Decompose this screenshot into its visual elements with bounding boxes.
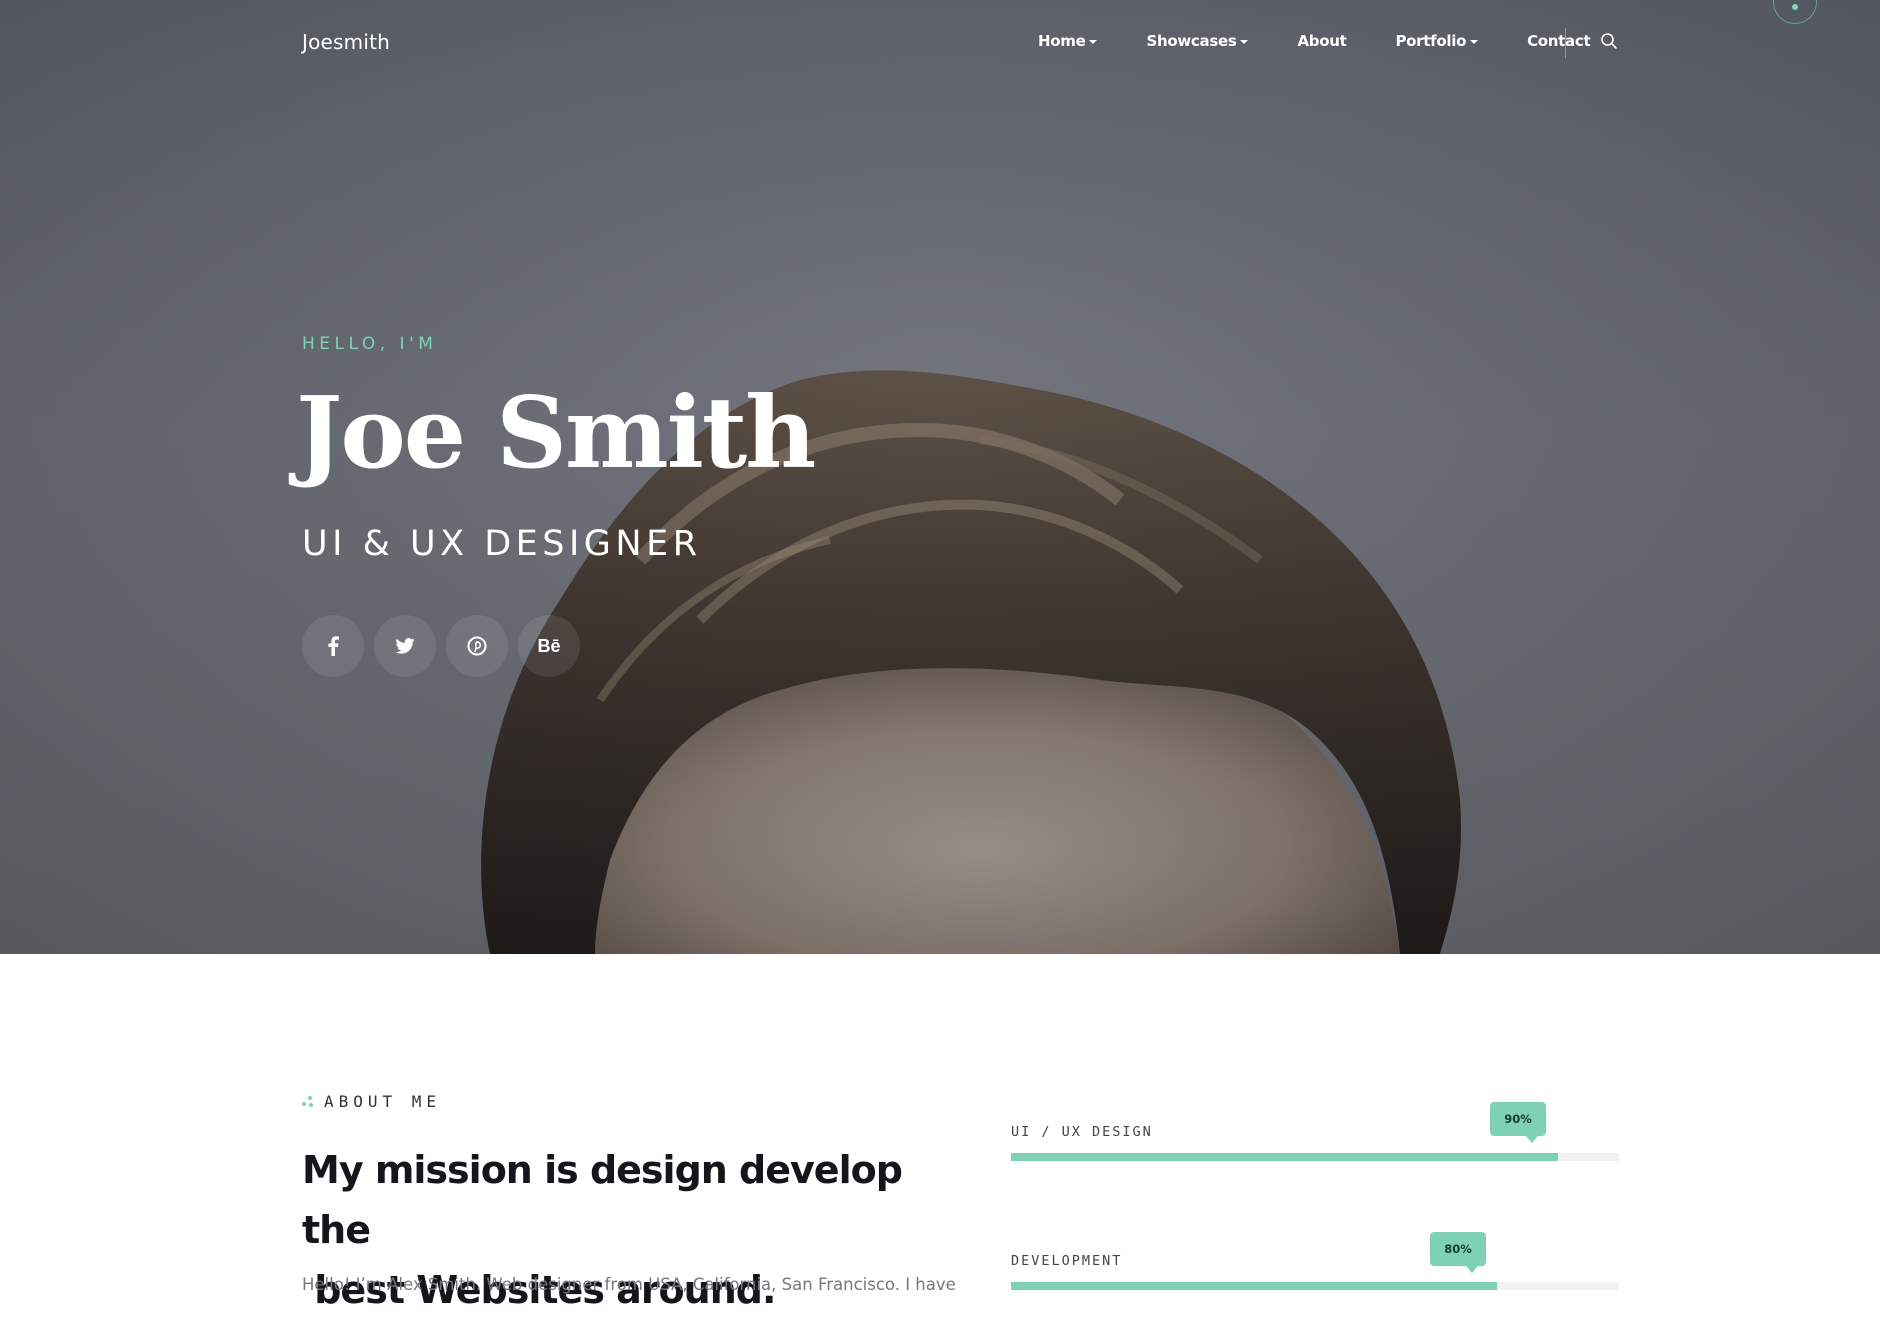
- twitter-button[interactable]: [374, 615, 436, 677]
- twitter-icon: [395, 638, 415, 654]
- nav-item-showcases[interactable]: Showcases: [1146, 32, 1249, 50]
- skill-percent-badge: 90%: [1490, 1102, 1546, 1143]
- hero-greeting: HELLO, I'M: [302, 334, 438, 354]
- search-icon: [1601, 33, 1617, 49]
- nav-item-portfolio[interactable]: Portfolio: [1395, 32, 1479, 50]
- nav-item-about[interactable]: About: [1297, 32, 1346, 50]
- behance-icon: Bē: [537, 635, 561, 656]
- nav-item-home[interactable]: Home: [1038, 32, 1098, 50]
- about-section-label: ABOUT ME: [302, 1092, 441, 1111]
- skill-name: DEVELOPMENT: [1011, 1253, 1123, 1269]
- main-nav: Home Showcases About Portfolio Contact: [1038, 32, 1639, 50]
- skill-percent-label: 90%: [1504, 1112, 1532, 1126]
- chevron-down-icon: [1240, 39, 1249, 44]
- social-links: Bē: [302, 615, 590, 677]
- facebook-button[interactable]: [302, 615, 364, 677]
- about-label-text: ABOUT ME: [324, 1092, 442, 1111]
- nav-item-label: Home: [1038, 32, 1086, 50]
- behance-button[interactable]: Bē: [518, 615, 580, 677]
- hero-role: UI & UX DESIGNER: [302, 524, 702, 564]
- skill-percent-badge: 80%: [1430, 1232, 1486, 1273]
- nav-divider: [1565, 28, 1566, 58]
- chevron-down-icon: [1470, 39, 1479, 44]
- dots-icon: [302, 1095, 314, 1108]
- facebook-icon: [328, 636, 339, 656]
- skill-progress-fill: [1011, 1282, 1498, 1290]
- nav-item-contact[interactable]: Contact: [1527, 32, 1591, 50]
- pinterest-icon: [467, 636, 487, 656]
- brand-logo[interactable]: Joesmith: [302, 30, 390, 54]
- hero-overlay: [0, 0, 1880, 954]
- skill-progress-fill: [1011, 1153, 1559, 1161]
- nav-item-label: About: [1297, 32, 1347, 50]
- about-intro-text: Hello! I’m Alex Smith. Web designer from…: [302, 1275, 956, 1294]
- skill-percent-label: 80%: [1444, 1242, 1472, 1256]
- hero-section: Joesmith Home Showcases About Portfolio …: [0, 0, 1880, 954]
- pinterest-button[interactable]: [446, 615, 508, 677]
- nav-item-label: Showcases: [1146, 32, 1237, 50]
- skill-progress-track: [1011, 1282, 1619, 1290]
- chevron-down-icon: [1089, 39, 1098, 44]
- mission-line-1: My mission is design develop the: [302, 1148, 903, 1252]
- nav-item-label: Contact: [1527, 32, 1591, 50]
- search-button[interactable]: [1600, 32, 1620, 52]
- hero-name: Joe Smith: [296, 376, 816, 491]
- skill-progress-track: [1011, 1153, 1619, 1161]
- skill-name: UI / UX DESIGN: [1011, 1124, 1153, 1140]
- nav-item-label: Portfolio: [1395, 32, 1467, 50]
